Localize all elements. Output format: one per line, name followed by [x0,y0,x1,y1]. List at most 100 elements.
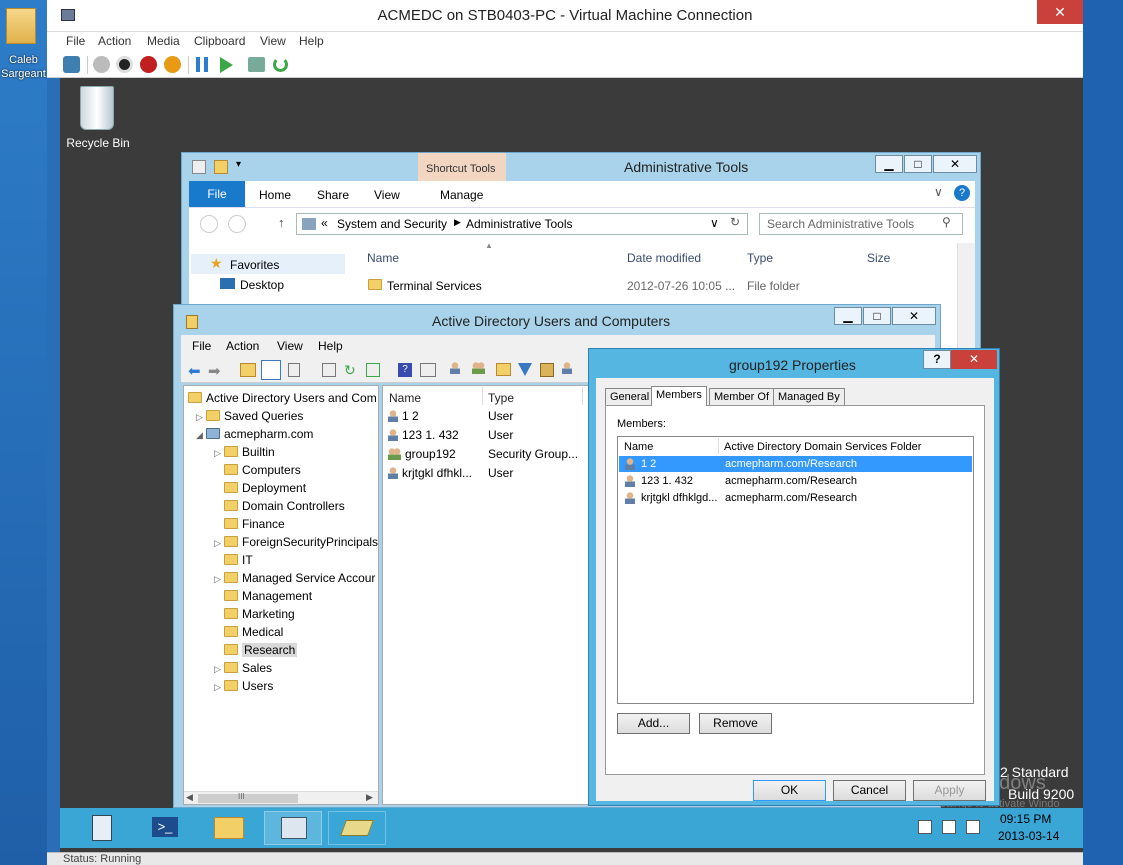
col-size[interactable]: Size [867,251,890,265]
find-icon[interactable] [540,363,554,377]
tab-general[interactable]: General [605,388,655,406]
menu-file[interactable]: File [66,34,85,48]
menu-media[interactable]: Media [147,34,180,48]
back-icon[interactable] [200,215,218,233]
col-name[interactable]: Name [389,391,421,405]
minimize-button[interactable]: ▁ [875,155,903,173]
tree-item[interactable]: Deployment [214,481,306,495]
tree-item[interactable]: ▷ ForeignSecurityPrincipals [214,535,378,549]
ribbon-tab-manage[interactable]: Manage [440,188,483,202]
back-icon[interactable]: ⬅ [188,362,201,380]
tree-item[interactable]: Management [214,589,312,603]
member-row[interactable]: 123 1. 432 acmepharm.com/Research [619,473,972,489]
tree-item[interactable]: ▷ Builtin [214,445,275,459]
expand-arrow-icon[interactable]: ▷ [196,412,206,423]
tree-item[interactable]: Finance [214,517,285,531]
tree-item[interactable]: ▷ Managed Service Accour [214,571,375,585]
powershell-icon[interactable]: >_ [136,811,194,845]
ctrl-alt-del-icon[interactable] [63,56,80,73]
show-hide-pane-icon[interactable] [420,363,436,377]
new-folder-icon[interactable] [214,160,228,174]
folder-icon[interactable] [6,8,36,44]
tree-item[interactable]: Domain Controllers [214,499,345,513]
resume-icon[interactable] [220,57,233,73]
tree-item[interactable]: Computers [214,463,301,477]
scroll-thumb[interactable] [198,794,298,803]
recycle-bin-icon[interactable] [80,86,114,130]
ribbon-expand-icon[interactable]: ∨ [934,185,943,199]
show-console-tree-icon[interactable] [261,360,281,380]
ribbon-tab-home[interactable]: Home [259,188,291,202]
revert-icon[interactable] [273,57,288,72]
admin-tools-taskbar-icon[interactable] [264,811,322,845]
export-list-icon[interactable] [366,363,380,377]
volume-icon[interactable] [966,820,980,834]
close-button[interactable]: ✕ [892,307,936,325]
breadcrumb-admin-tools[interactable]: Administrative Tools [466,217,573,231]
col-date[interactable]: Date modified [627,251,701,265]
col-name[interactable]: Name [367,251,399,265]
expand-arrow-icon[interactable]: ▷ [214,448,224,459]
checkpoint-icon[interactable] [248,57,265,72]
file-name[interactable]: Terminal Services [387,279,482,293]
vm-close-button[interactable]: ✕ [1037,0,1083,24]
tree-item[interactable]: IT [214,553,253,567]
list-item[interactable]: 123 1. 432 [388,428,459,442]
search-icon[interactable]: ⚲ [942,215,951,229]
tree-item[interactable]: ◢ acmepharm.com [196,427,313,441]
tree-item[interactable]: ▷ Users [214,679,273,693]
tab-member-of[interactable]: Member Of [709,388,775,406]
expand-arrow-icon[interactable]: ▷ [214,664,224,675]
ribbon-tab-share[interactable]: Share [317,188,349,202]
ribbon-tab-file[interactable]: File [189,181,245,207]
refresh-icon[interactable]: ↻ [344,362,356,379]
aduc-taskbar-icon[interactable] [328,811,386,845]
refresh-icon[interactable]: ↻ [730,215,740,229]
col-member-name[interactable]: Name [624,441,653,453]
breadcrumb-prefix[interactable]: « [321,216,328,230]
menu-view[interactable]: View [277,339,303,353]
list-item[interactable]: krjtgkl dfhkl... [388,466,472,480]
network-icon[interactable] [918,820,932,834]
menu-clipboard[interactable]: Clipboard [194,34,245,48]
new-user-icon[interactable] [450,361,464,375]
chevron-down-icon[interactable]: ▾ [236,159,241,170]
tree-scrollbar[interactable]: ◀ III ▶ [184,791,378,804]
column-divider[interactable] [718,438,719,454]
menu-action[interactable]: Action [98,34,131,48]
clock-time[interactable]: 09:15 PM [1000,812,1051,826]
column-divider[interactable] [482,387,483,405]
maximize-button[interactable]: □ [863,307,891,325]
menu-view[interactable]: View [260,34,286,48]
ribbon-tab-view[interactable]: View [374,188,400,202]
menu-help[interactable]: Help [318,339,343,353]
ok-button[interactable]: OK [753,780,826,801]
filter-icon[interactable] [518,363,532,376]
apply-button[interactable]: Apply [913,780,986,801]
tree-item[interactable]: Research [214,643,298,657]
expand-arrow-icon[interactable]: ▷ [214,682,224,693]
start-icon[interactable] [93,56,110,73]
scroll-right-icon[interactable]: ▶ [366,792,373,803]
tree-item[interactable]: ▷ Sales [214,661,272,675]
remove-button[interactable]: Remove [699,713,772,734]
col-type[interactable]: Type [747,251,773,265]
expanded-arrow-icon[interactable]: ◢ [196,430,206,441]
shutdown-icon[interactable] [140,56,157,73]
col-type[interactable]: Type [488,391,514,405]
scroll-left-icon[interactable]: ◀ [186,792,193,803]
history-dropdown-icon[interactable]: ∨ [710,216,719,230]
list-item[interactable]: group192 [388,447,456,461]
forward-icon[interactable] [228,215,246,233]
tree-item[interactable]: Marketing [214,607,295,621]
tab-members[interactable]: Members [651,386,707,406]
expand-arrow-icon[interactable]: ▷ [214,538,224,549]
dialog-help-button[interactable]: ? [923,350,951,369]
properties-icon[interactable] [322,363,336,377]
delete-icon[interactable] [288,363,300,377]
menu-action[interactable]: Action [226,339,259,353]
help-icon[interactable]: ? [954,185,970,201]
up-folder-icon[interactable] [240,363,256,377]
col-member-folder[interactable]: Active Directory Domain Services Folder [724,441,921,453]
clock-date[interactable]: 2013-03-14 [998,829,1059,843]
